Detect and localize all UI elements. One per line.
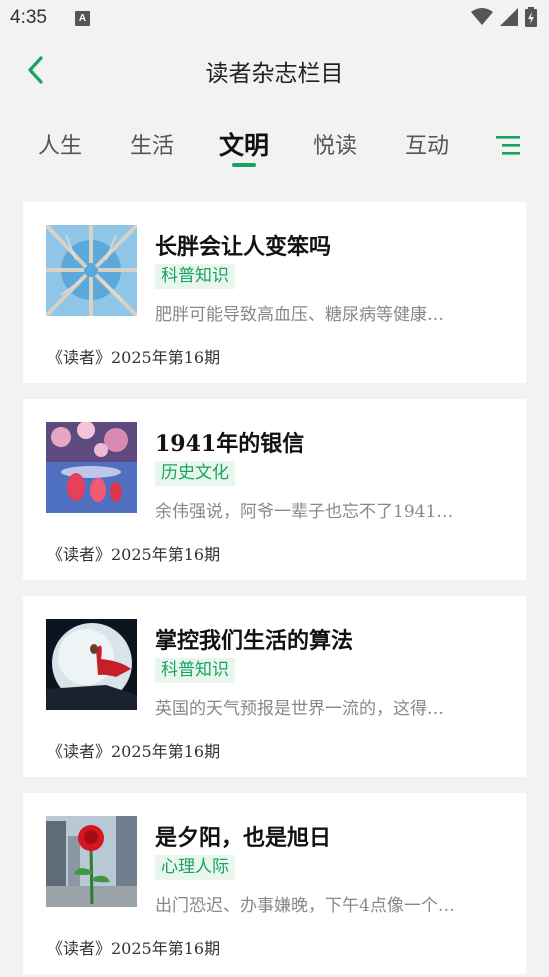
wifi-icon <box>471 8 493 25</box>
article-title: 是夕阳，也是旭日 <box>155 825 332 851</box>
active-tab-indicator <box>232 163 256 167</box>
page-title: 读者杂志栏目 <box>205 61 344 87</box>
status-icons <box>471 7 537 27</box>
category-menu-button[interactable] <box>494 134 524 158</box>
article-source: 《读者》2025年第16期 <box>47 348 221 367</box>
tab-life[interactable]: 人生 <box>38 128 82 160</box>
article-source: 《读者》2025年第16期 <box>47 545 221 564</box>
article-source: 《读者》2025年第16期 <box>47 742 221 761</box>
status-time: 4:35 <box>10 7 47 28</box>
category-tabs: 人生 生活 文明 悦读 互动 <box>0 118 549 178</box>
category-tag: 历史文化 <box>155 461 235 486</box>
tab-living[interactable]: 生活 <box>130 128 174 160</box>
tree-canopy-image <box>46 225 137 316</box>
moon-figure-image <box>46 619 137 710</box>
article-summary: 肥胖可能导致高血压、糖尿病等健康… <box>155 305 444 325</box>
status-bar: 4:35 A <box>0 0 549 36</box>
article-title: 长胖会让人变笨吗 <box>155 234 332 260</box>
category-tag: 科普知识 <box>155 264 235 289</box>
category-tag: 科普知识 <box>155 658 235 683</box>
article-summary: 余伟强说，阿爷一辈子也忘不了1941… <box>155 502 454 522</box>
article-summary: 出门恐迟、办事嫌晚，下午4点像一个… <box>155 896 455 916</box>
signal-icon <box>500 8 518 26</box>
rose-city-image <box>46 816 137 907</box>
notification-a-icon: A <box>74 10 90 26</box>
tab-interaction[interactable]: 互动 <box>405 128 449 160</box>
tab-reading[interactable]: 悦读 <box>313 128 357 160</box>
battery-icon <box>525 7 537 27</box>
article-source: 《读者》2025年第16期 <box>47 939 221 958</box>
app-header: 读者杂志栏目 <box>0 36 549 106</box>
article-card[interactable]: 掌控我们生活的算法 科普知识 英国的天气预报是世界一流的，这得… 《读者》202… <box>23 596 526 777</box>
blossom-reflection-image <box>46 422 137 513</box>
article-title: 1941年的银信 <box>155 431 305 457</box>
article-card[interactable]: 1941年的银信 历史文化 余伟强说，阿爷一辈子也忘不了1941… 《读者》20… <box>23 399 526 580</box>
category-tag: 心理人际 <box>155 855 235 880</box>
article-summary: 英国的天气预报是世界一流的，这得… <box>155 699 444 719</box>
tab-civilization[interactable]: 文明 <box>219 126 269 162</box>
article-card[interactable]: 是夕阳，也是旭日 心理人际 出门恐迟、办事嫌晚，下午4点像一个… 《读者》202… <box>23 793 526 974</box>
menu-list-icon <box>496 136 520 155</box>
article-title: 掌控我们生活的算法 <box>155 628 354 654</box>
article-card[interactable]: 长胖会让人变笨吗 科普知识 肥胖可能导致高血压、糖尿病等健康… 《读者》2025… <box>23 202 526 383</box>
